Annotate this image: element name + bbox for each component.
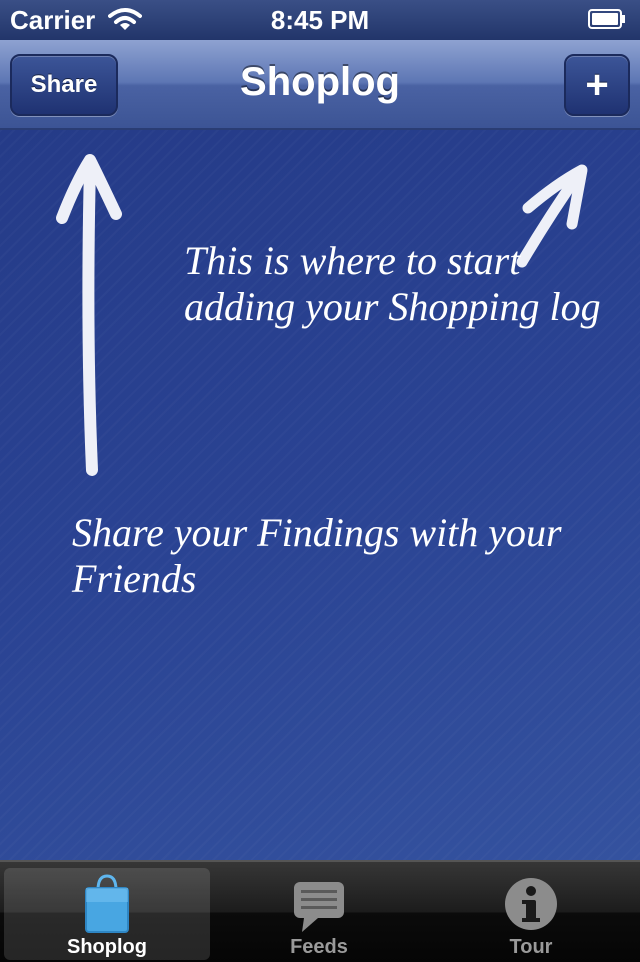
- tab-label-feeds: Feeds: [290, 936, 348, 958]
- tab-shoplog[interactable]: Shoplog: [4, 868, 210, 960]
- tab-label-shoplog: Shoplog: [67, 936, 147, 958]
- info-icon: [505, 878, 557, 930]
- add-button[interactable]: +: [564, 54, 630, 116]
- main-content: This is where to start adding your Shopp…: [0, 130, 640, 860]
- page-title: Shoplog: [240, 60, 400, 104]
- add-hint-text: This is where to start adding your Shopp…: [184, 238, 601, 329]
- status-bar: Carrier 8:45 PM: [0, 0, 640, 40]
- tab-feeds[interactable]: Feeds: [216, 868, 422, 960]
- navigation-bar: Share Shoplog +: [0, 40, 640, 130]
- battery-icon: [588, 9, 625, 29]
- share-arrow-icon: [56, 154, 122, 476]
- share-hint-text: Share your Findings with your Friends: [72, 510, 562, 601]
- tab-label-tour: Tour: [509, 936, 553, 958]
- shopping-bag-icon: [85, 874, 129, 933]
- clock-time: 8:45 PM: [270, 5, 370, 35]
- tab-bar: Shoplog Feeds Tour: [0, 860, 640, 962]
- speech-bubble-icon: [294, 882, 344, 932]
- tab-tour[interactable]: Tour: [428, 868, 634, 960]
